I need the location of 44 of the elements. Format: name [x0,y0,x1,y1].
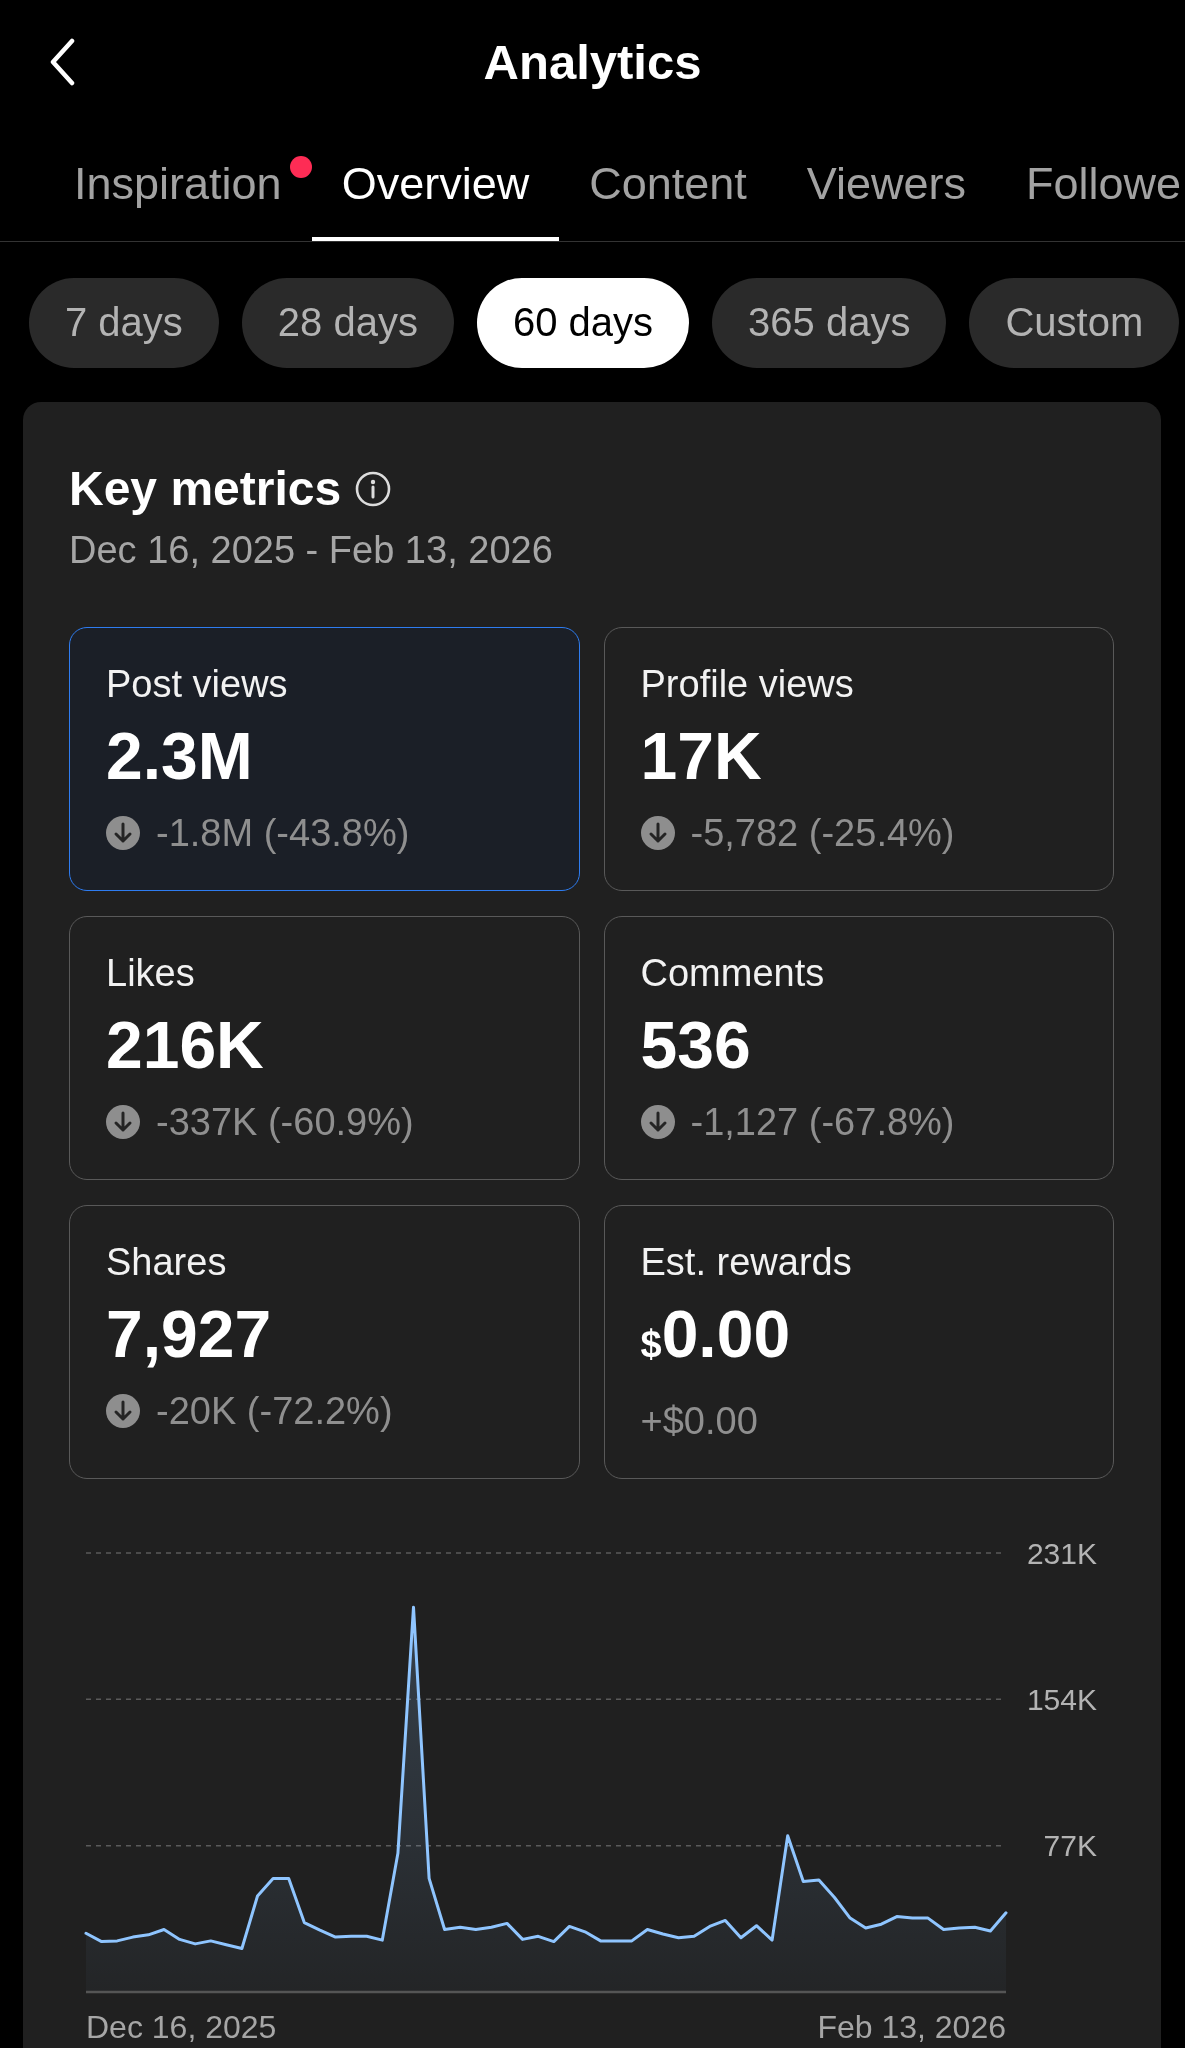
metric-card[interactable]: Shares 7,927 -20K (-72.2%) [69,1204,580,1479]
metric-change: -20K (-72.2%) [156,1388,393,1433]
tab[interactable]: Overview [311,124,560,241]
info-icon[interactable] [355,470,392,507]
metric-change: -5,782 (-25.4%) [690,810,955,855]
metric-value: 7,927 [106,1295,273,1372]
metric-value: 216K [106,1006,265,1083]
metric-value: $0.00 [640,1295,792,1373]
y-axis-label: 154K [1026,1682,1097,1716]
metric-change: -1.8M (-43.8%) [156,810,410,855]
metric-card[interactable]: Likes 216K -337K (-60.9%) [69,915,580,1180]
date-range-label: Dec 16, 2025 - Feb 13, 2026 [69,527,554,572]
metric-value: 17K [640,717,763,794]
metric-value: 536 [640,1006,752,1083]
tab[interactable]: Viewers [776,124,997,241]
time-range-chip[interactable]: 60 days [476,277,690,368]
tab[interactable]: Inspiration [44,124,312,241]
time-range-chip[interactable]: 7 days [29,277,219,368]
tab[interactable]: Content [559,124,777,241]
metric-card[interactable]: Comments 536 -1,127 (-67.8%) [603,915,1114,1180]
metric-change: -337K (-60.9%) [156,1099,414,1144]
metric-change: -1,127 (-67.8%) [690,1099,955,1144]
metric-label: Comments [640,950,826,995]
time-range-chip[interactable]: 365 days [712,277,947,368]
metric-label: Post views [106,661,289,706]
tab[interactable]: Followe [996,124,1182,241]
metric-label: Likes [106,950,196,995]
metric-value: 2.3M [106,717,254,794]
y-axis-label: 231K [1026,1536,1097,1569]
page-title: Analytics [483,34,702,90]
time-range-chip[interactable]: 28 days [241,277,454,368]
start-date-label: Dec 16, 2025 [86,2008,277,2045]
y-axis-label: 77K [1043,1828,1097,1862]
metric-card[interactable]: Est. rewards $0.00 +$0.00 [603,1204,1114,1479]
time-range-chip[interactable]: Custom [969,277,1180,368]
back-icon[interactable] [48,38,76,86]
metric-card[interactable]: Post views 2.3M -1.8M (-43.8%) [69,626,580,891]
section-title: Key metrics [69,460,342,517]
metric-label: Profile views [640,661,855,706]
metric-label: Shares [106,1239,228,1284]
metric-change: +$0.00 [640,1398,758,1443]
metric-card[interactable]: Profile views 17K -5,782 (-25.4%) [603,626,1114,891]
end-date-label: Feb 13, 2026 [817,2008,1006,2045]
metric-label: Est. rewards [640,1239,853,1284]
